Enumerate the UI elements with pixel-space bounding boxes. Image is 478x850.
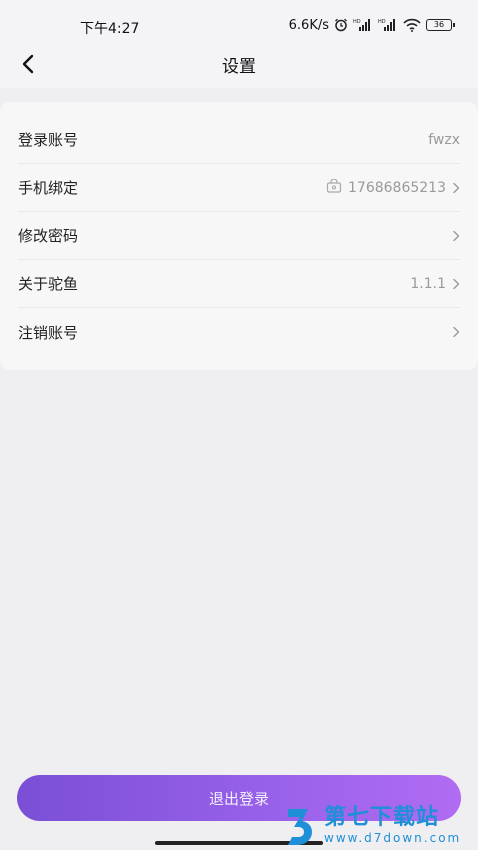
settings-item-delete-account[interactable]: 注销账号	[18, 308, 460, 356]
settings-item-right: 17686865213	[326, 178, 460, 197]
svg-text:HD: HD	[378, 19, 386, 25]
chevron-right-icon	[453, 326, 460, 338]
settings-item-change-password[interactable]: 修改密码	[18, 212, 460, 260]
hd-signal-icon: HD	[353, 18, 373, 32]
hd-signal-icon: HD	[378, 18, 398, 32]
settings-item-label: 手机绑定	[18, 179, 79, 197]
settings-item-value: 17686865213	[348, 179, 446, 196]
app-version: 1.1.1	[410, 275, 446, 292]
settings-screen: 下午4:27 6.6K/s HD HD 36 设置 登录账号 fwzx 手机绑定…	[0, 0, 478, 850]
chevron-right-icon	[453, 278, 460, 289]
chevron-right-icon	[453, 230, 460, 241]
status-time: 下午4:27	[80, 21, 140, 37]
settings-item-label: 注销账号	[18, 323, 79, 342]
settings-item-label: 关于驼鱼	[18, 275, 79, 293]
settings-item-right	[452, 230, 460, 242]
settings-item-right	[452, 326, 460, 338]
page-title: 设置	[222, 57, 256, 77]
chevron-right-icon	[453, 182, 460, 193]
status-icons: 6.6K/s HD HD 36	[288, 16, 455, 34]
settings-item-phone-binding[interactable]: 手机绑定 17686865213	[18, 164, 460, 212]
settings-item-value: fwzx	[428, 131, 460, 148]
battery-icon: 36	[426, 19, 455, 31]
site-watermark: 第七下载站 www.d7down.com	[284, 800, 474, 850]
lock-icon	[326, 178, 342, 197]
settings-item-about[interactable]: 关于驼鱼 1.1.1	[18, 260, 460, 308]
nav-bar: 设置	[0, 40, 478, 88]
settings-item-right: 1.1.1	[410, 276, 460, 292]
settings-item-login-account[interactable]: 登录账号 fwzx	[18, 116, 460, 164]
settings-item-label: 登录账号	[18, 131, 79, 149]
net-speed: 6.6K/s	[288, 17, 329, 33]
watermark-title: 第七下载站	[324, 805, 440, 830]
settings-item-right: fwzx	[428, 132, 460, 148]
settings-list: 登录账号 fwzx 手机绑定 17686865213 修改密码 关于驼鱼 1.1…	[0, 102, 478, 370]
watermark-text: 第七下载站 www.d7down.com	[324, 805, 461, 845]
svg-text:HD: HD	[353, 19, 361, 25]
wifi-icon	[403, 18, 421, 32]
watermark-logo-icon	[288, 809, 312, 845]
alarm-icon	[334, 18, 348, 32]
watermark-url: www.d7down.com	[324, 831, 462, 845]
settings-item-label: 修改密码	[18, 227, 79, 245]
